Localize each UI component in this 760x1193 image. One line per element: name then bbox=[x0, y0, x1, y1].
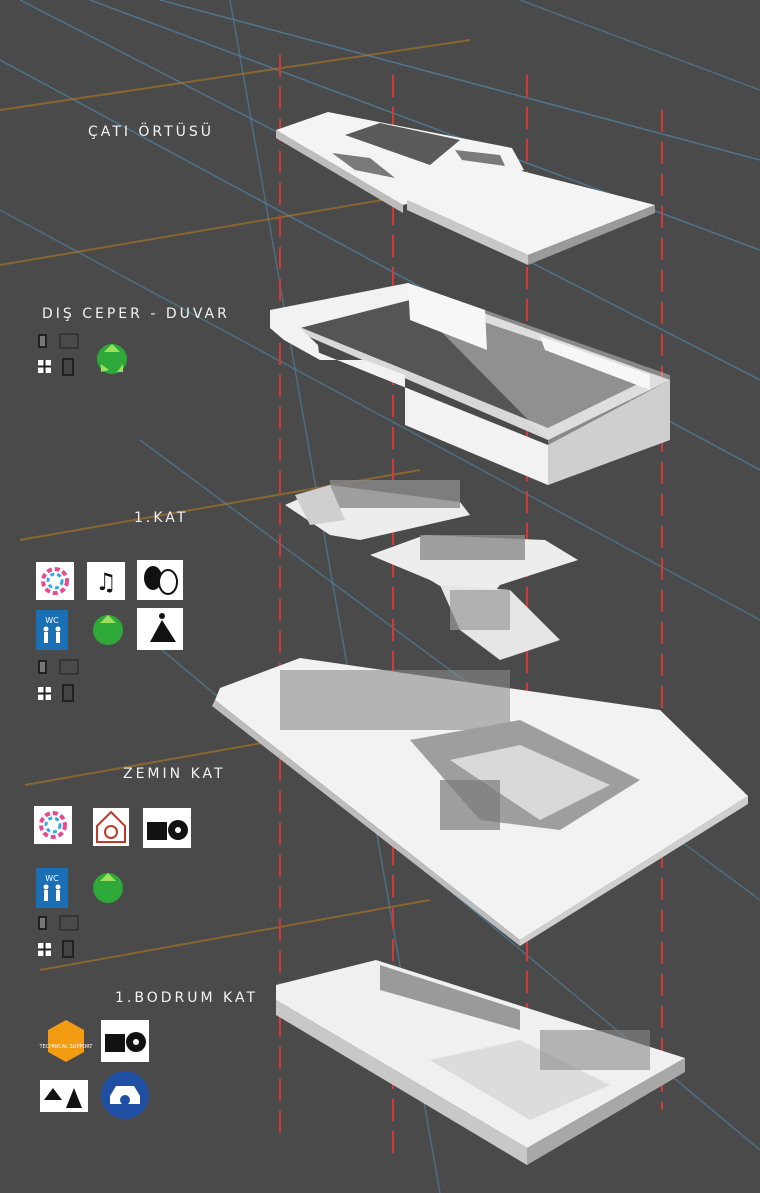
wc-text: WC bbox=[45, 874, 59, 883]
recycle-icon bbox=[97, 344, 127, 374]
parking-car-icon bbox=[101, 1071, 149, 1119]
first-floor-icons: ♫ WC bbox=[36, 560, 183, 702]
wc-icon: WC bbox=[36, 868, 68, 908]
ground-floor-model bbox=[212, 658, 748, 946]
basement-model bbox=[276, 960, 685, 1165]
door-icon bbox=[38, 660, 47, 674]
cinema-icon bbox=[143, 808, 191, 848]
layer-title-facade: DIŞ CEPER - DUVAR bbox=[42, 306, 230, 322]
exploded-axonometric-diagram: ♫ WC WC TECHNICAL SUPPORT bbox=[0, 0, 760, 1193]
cloakroom-icon bbox=[40, 1080, 88, 1112]
door-icon bbox=[62, 358, 74, 376]
community-center-icon bbox=[36, 562, 74, 600]
door-icon bbox=[62, 940, 74, 958]
layer-title-roof: ÇATI ÖRTÜSÜ bbox=[88, 124, 215, 140]
layer-title-ground-floor: ZEMIN KAT bbox=[123, 766, 226, 782]
facade-icons bbox=[38, 333, 127, 376]
community-center-icon bbox=[34, 806, 72, 844]
sliding-door-icon bbox=[59, 659, 79, 675]
layer-title-basement: 1.BODRUM KAT bbox=[115, 990, 258, 1006]
first-floor-model bbox=[285, 480, 578, 660]
facade-model bbox=[270, 283, 670, 485]
roof-model bbox=[276, 112, 655, 265]
technical-support-icon: TECHNICAL SUPPORT bbox=[39, 1020, 94, 1062]
door-icon bbox=[38, 334, 47, 348]
wc-icon: WC bbox=[36, 610, 68, 650]
music-notes-icon: ♫ bbox=[87, 562, 125, 600]
window-icon bbox=[38, 943, 51, 956]
recycle-icon bbox=[93, 615, 123, 645]
basement-icons: TECHNICAL SUPPORT bbox=[39, 1020, 149, 1119]
door-icon bbox=[38, 916, 47, 930]
dancer-icon bbox=[137, 608, 183, 650]
window-icon bbox=[38, 360, 51, 373]
theater-masks-icon bbox=[137, 560, 183, 600]
sliding-door-icon bbox=[59, 333, 79, 349]
cinema-icon bbox=[101, 1020, 149, 1062]
fingerprint-house-icon bbox=[93, 808, 129, 846]
wc-text: WC bbox=[45, 616, 59, 625]
window-icon bbox=[38, 687, 51, 700]
svg-text:♫: ♫ bbox=[95, 568, 117, 596]
recycle-icon bbox=[93, 873, 123, 903]
layer-title-first-floor: 1.KAT bbox=[134, 510, 189, 526]
door-icon bbox=[62, 684, 74, 702]
ground-floor-icons: WC bbox=[34, 806, 191, 958]
sliding-door-icon bbox=[59, 915, 79, 931]
technical-support-text: TECHNICAL SUPPORT bbox=[39, 1044, 94, 1050]
